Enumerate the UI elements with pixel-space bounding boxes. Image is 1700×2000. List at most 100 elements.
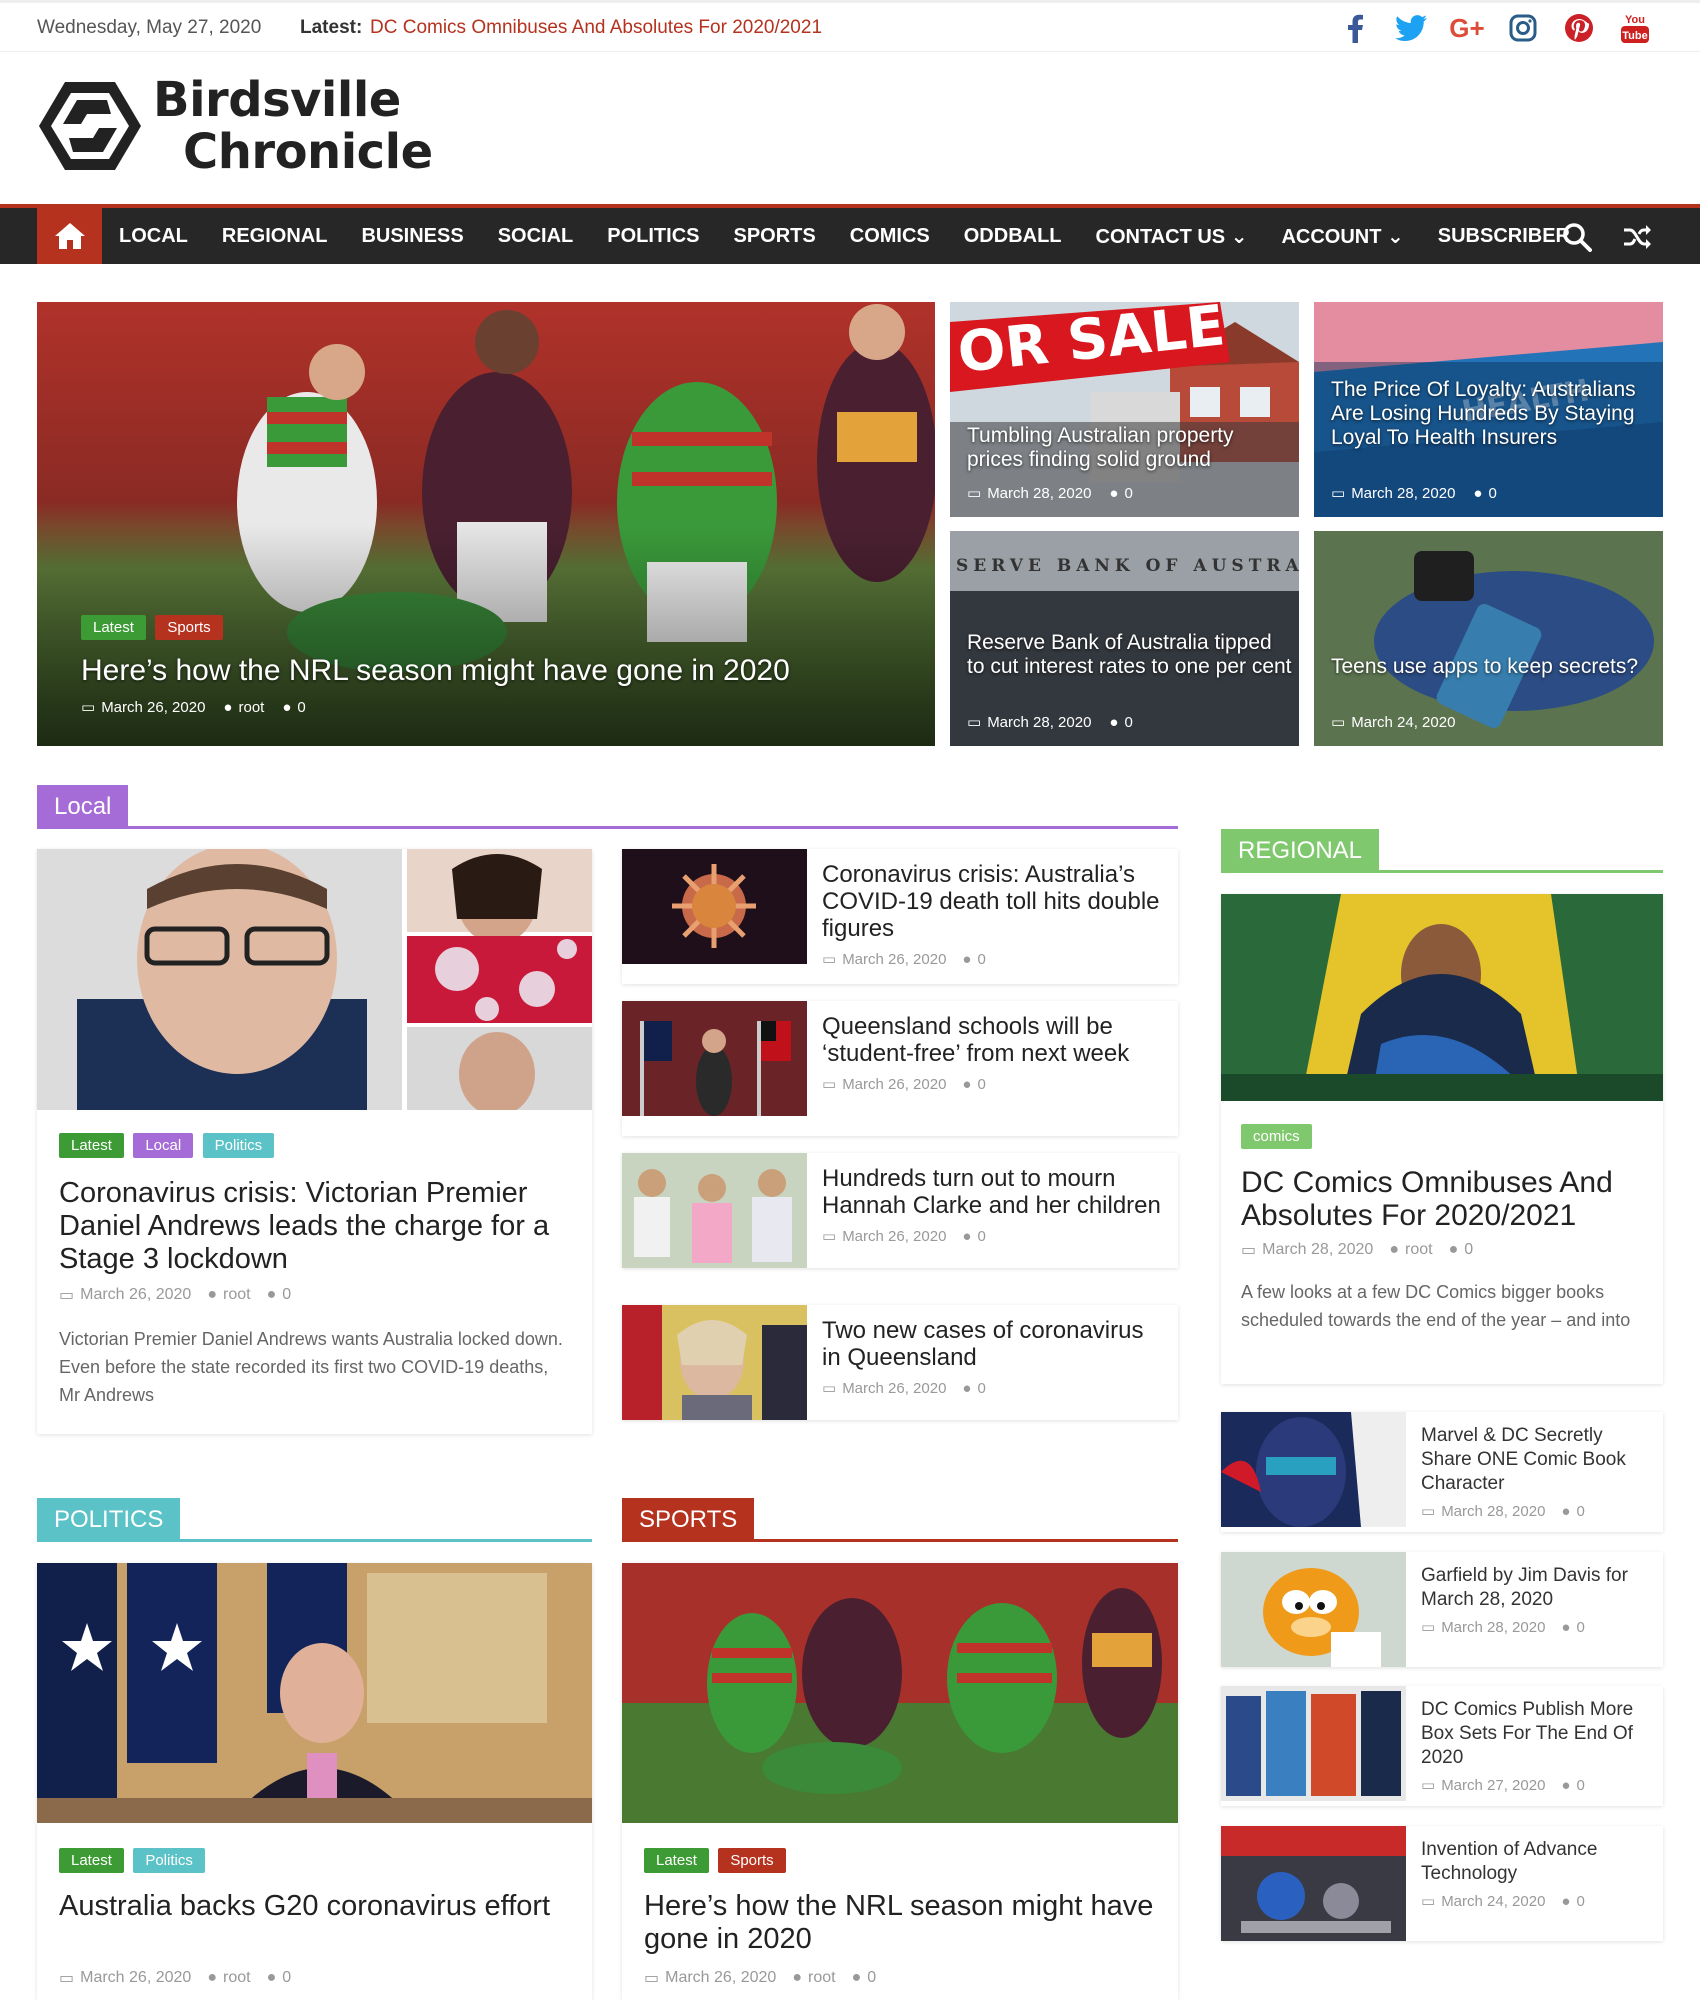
article-title[interactable]: DC Comics Omnibuses And Absolutes For 20…	[1241, 1166, 1651, 1232]
article-title[interactable]: Australia backs G20 coronavirus effort	[59, 1890, 579, 1923]
latest-ticker-link[interactable]: DC Comics Omnibuses And Absolutes For 20…	[370, 17, 822, 39]
comment-count[interactable]: 0	[977, 951, 985, 968]
hero-main-title[interactable]: Here’s how the NRL season might have gon…	[81, 654, 881, 688]
hero-tile-title[interactable]: Reserve Bank of Australia tipped to cut …	[967, 631, 1292, 679]
local-list-item[interactable]: Coronavirus crisis: Australia’s COVID-19…	[622, 849, 1178, 984]
post-date[interactable]: March 26, 2020	[842, 1228, 946, 1245]
home-button[interactable]	[37, 208, 102, 264]
category-badge-latest[interactable]: Latest	[59, 1848, 124, 1873]
regional-featured-article[interactable]: comics DC Comics Omnibuses And Absolutes…	[1221, 894, 1663, 1384]
nav-item-account[interactable]: ACCOUNT ⌄	[1264, 224, 1420, 249]
hero-main-article[interactable]: Latest Sports Here’s how the NRL season …	[37, 302, 935, 746]
facebook-icon[interactable]	[1338, 11, 1372, 45]
category-badge-sports[interactable]: Sports	[718, 1848, 786, 1873]
local-list-item[interactable]: Queensland schools will be ‘student-free…	[622, 1001, 1178, 1136]
comment-count[interactable]: 0	[1576, 1619, 1584, 1636]
nav-item-business[interactable]: BUSINESS	[344, 225, 480, 248]
section-label[interactable]: POLITICS	[37, 1498, 181, 1542]
regional-list-item[interactable]: Invention of Advance Technology ▭ March 2…	[1221, 1826, 1663, 1941]
post-date[interactable]: March 26, 2020	[842, 1380, 946, 1397]
section-label[interactable]: SPORTS	[622, 1498, 755, 1542]
post-author[interactable]: root	[1405, 1241, 1433, 1259]
google-plus-icon[interactable]: G+	[1449, 11, 1484, 45]
pinterest-icon[interactable]	[1562, 11, 1596, 45]
side-item-title[interactable]: Marvel & DC Secretly Share ONE Comic Boo…	[1421, 1424, 1655, 1496]
comment-count[interactable]: 0	[1488, 485, 1496, 502]
category-badge-latest[interactable]: Latest	[59, 1133, 124, 1158]
hero-tile-title[interactable]: Tumbling Australian property prices find…	[967, 424, 1287, 472]
category-badge-latest[interactable]: Latest	[81, 615, 146, 640]
nav-item-local[interactable]: LOCAL	[102, 225, 205, 248]
hero-tile-title[interactable]: Teens use apps to keep secrets?	[1331, 655, 1656, 679]
comment-count[interactable]: 0	[1576, 1893, 1584, 1910]
twitter-icon[interactable]	[1394, 11, 1428, 45]
post-date[interactable]: March 28, 2020	[1262, 1241, 1373, 1259]
hero-tile-reserve-bank[interactable]: SERVE BANK OF AUSTRAL Reserve Bank of Au…	[950, 531, 1299, 746]
instagram-icon[interactable]	[1506, 11, 1540, 45]
post-date[interactable]: March 26, 2020	[80, 1286, 191, 1304]
local-featured-article[interactable]: Latest Local Politics Coronavirus crisis…	[37, 849, 592, 1434]
comment-count[interactable]: 0	[1464, 1241, 1473, 1259]
nav-item-contact-us[interactable]: CONTACT US ⌄	[1079, 224, 1265, 249]
comment-count[interactable]: 0	[977, 1076, 985, 1093]
post-date[interactable]: March 27, 2020	[1441, 1777, 1545, 1794]
comment-count[interactable]: 0	[977, 1380, 985, 1397]
post-date[interactable]: March 26, 2020	[842, 951, 946, 968]
comment-count[interactable]: 0	[977, 1228, 985, 1245]
post-date[interactable]: March 28, 2020	[987, 485, 1091, 502]
post-author[interactable]: root	[238, 699, 264, 716]
post-author[interactable]: root	[808, 1969, 836, 1987]
comment-count[interactable]: 0	[1576, 1777, 1584, 1794]
nav-item-oddball[interactable]: ODDBALL	[947, 225, 1079, 248]
sports-featured-article[interactable]: Latest Sports Here’s how the NRL season …	[622, 1563, 1178, 2000]
comment-count[interactable]: 0	[282, 1286, 291, 1304]
post-date[interactable]: March 28, 2020	[1351, 485, 1455, 502]
regional-list-item[interactable]: Garfield by Jim Davis for March 28, 2020…	[1221, 1552, 1663, 1667]
category-badge-sports[interactable]: Sports	[155, 615, 223, 640]
politics-featured-article[interactable]: Latest Politics Australia backs G20 coro…	[37, 1563, 592, 2000]
article-title[interactable]: Here’s how the NRL season might have gon…	[644, 1890, 1164, 1956]
side-item-title[interactable]: DC Comics Publish More Box Sets For The …	[1421, 1698, 1655, 1770]
post-date[interactable]: March 26, 2020	[101, 699, 205, 716]
list-item-title[interactable]: Coronavirus crisis: Australia’s COVID-19…	[822, 861, 1168, 942]
hero-tile-property[interactable]: OR SALE Tumbling Australian property pri…	[950, 302, 1299, 517]
local-list-item[interactable]: Two new cases of coronavirus in Queensla…	[622, 1305, 1178, 1420]
category-badge-latest[interactable]: Latest	[644, 1848, 709, 1873]
nav-item-social[interactable]: SOCIAL	[481, 225, 591, 248]
post-date[interactable]: March 28, 2020	[987, 714, 1091, 731]
site-logo[interactable]: Birdsville Chronicle	[37, 74, 433, 178]
section-label[interactable]: REGIONAL	[1221, 829, 1380, 873]
post-date[interactable]: March 26, 2020	[665, 1969, 776, 1987]
list-item-title[interactable]: Hundreds turn out to mourn Hannah Clarke…	[822, 1165, 1168, 1219]
comment-count[interactable]: 0	[1576, 1503, 1584, 1520]
section-label[interactable]: Local	[37, 785, 129, 829]
comment-count[interactable]: 0	[1124, 714, 1132, 731]
category-badge-comics[interactable]: comics	[1241, 1124, 1312, 1149]
nav-item-sports[interactable]: SPORTS	[717, 225, 833, 248]
post-date[interactable]: March 28, 2020	[1441, 1503, 1545, 1520]
comment-count[interactable]: 0	[1124, 485, 1132, 502]
post-date[interactable]: March 28, 2020	[1441, 1619, 1545, 1636]
list-item-title[interactable]: Two new cases of coronavirus in Queensla…	[822, 1317, 1168, 1371]
article-title[interactable]: Coronavirus crisis: Victorian Premier Da…	[59, 1177, 579, 1276]
comment-count[interactable]: 0	[867, 1969, 876, 1987]
post-date[interactable]: March 24, 2020	[1351, 714, 1455, 731]
post-date[interactable]: March 26, 2020	[80, 1969, 191, 1987]
regional-list-item[interactable]: DC Comics Publish More Box Sets For The …	[1221, 1686, 1663, 1806]
comment-count[interactable]: 0	[297, 699, 305, 716]
search-icon[interactable]	[1562, 222, 1592, 252]
hero-tile-title[interactable]: The Price Of Loyalty: Australians Are Lo…	[1331, 378, 1656, 450]
comment-count[interactable]: 0	[282, 1969, 291, 1987]
hero-tile-teens[interactable]: Teens use apps to keep secrets? ▭ March 2…	[1314, 531, 1663, 746]
post-author[interactable]: root	[223, 1969, 251, 1987]
side-item-title[interactable]: Garfield by Jim Davis for March 28, 2020	[1421, 1564, 1655, 1612]
nav-item-comics[interactable]: COMICS	[833, 225, 947, 248]
post-date[interactable]: March 26, 2020	[842, 1076, 946, 1093]
post-date[interactable]: March 24, 2020	[1441, 1893, 1545, 1910]
list-item-title[interactable]: Queensland schools will be ‘student-free…	[822, 1013, 1168, 1067]
category-badge-politics[interactable]: Politics	[202, 1133, 275, 1158]
side-item-title[interactable]: Invention of Advance Technology	[1421, 1838, 1655, 1886]
shuffle-icon[interactable]	[1622, 222, 1652, 252]
regional-list-item[interactable]: Marvel & DC Secretly Share ONE Comic Boo…	[1221, 1412, 1663, 1532]
youtube-icon[interactable]: You Tube	[1618, 11, 1652, 45]
